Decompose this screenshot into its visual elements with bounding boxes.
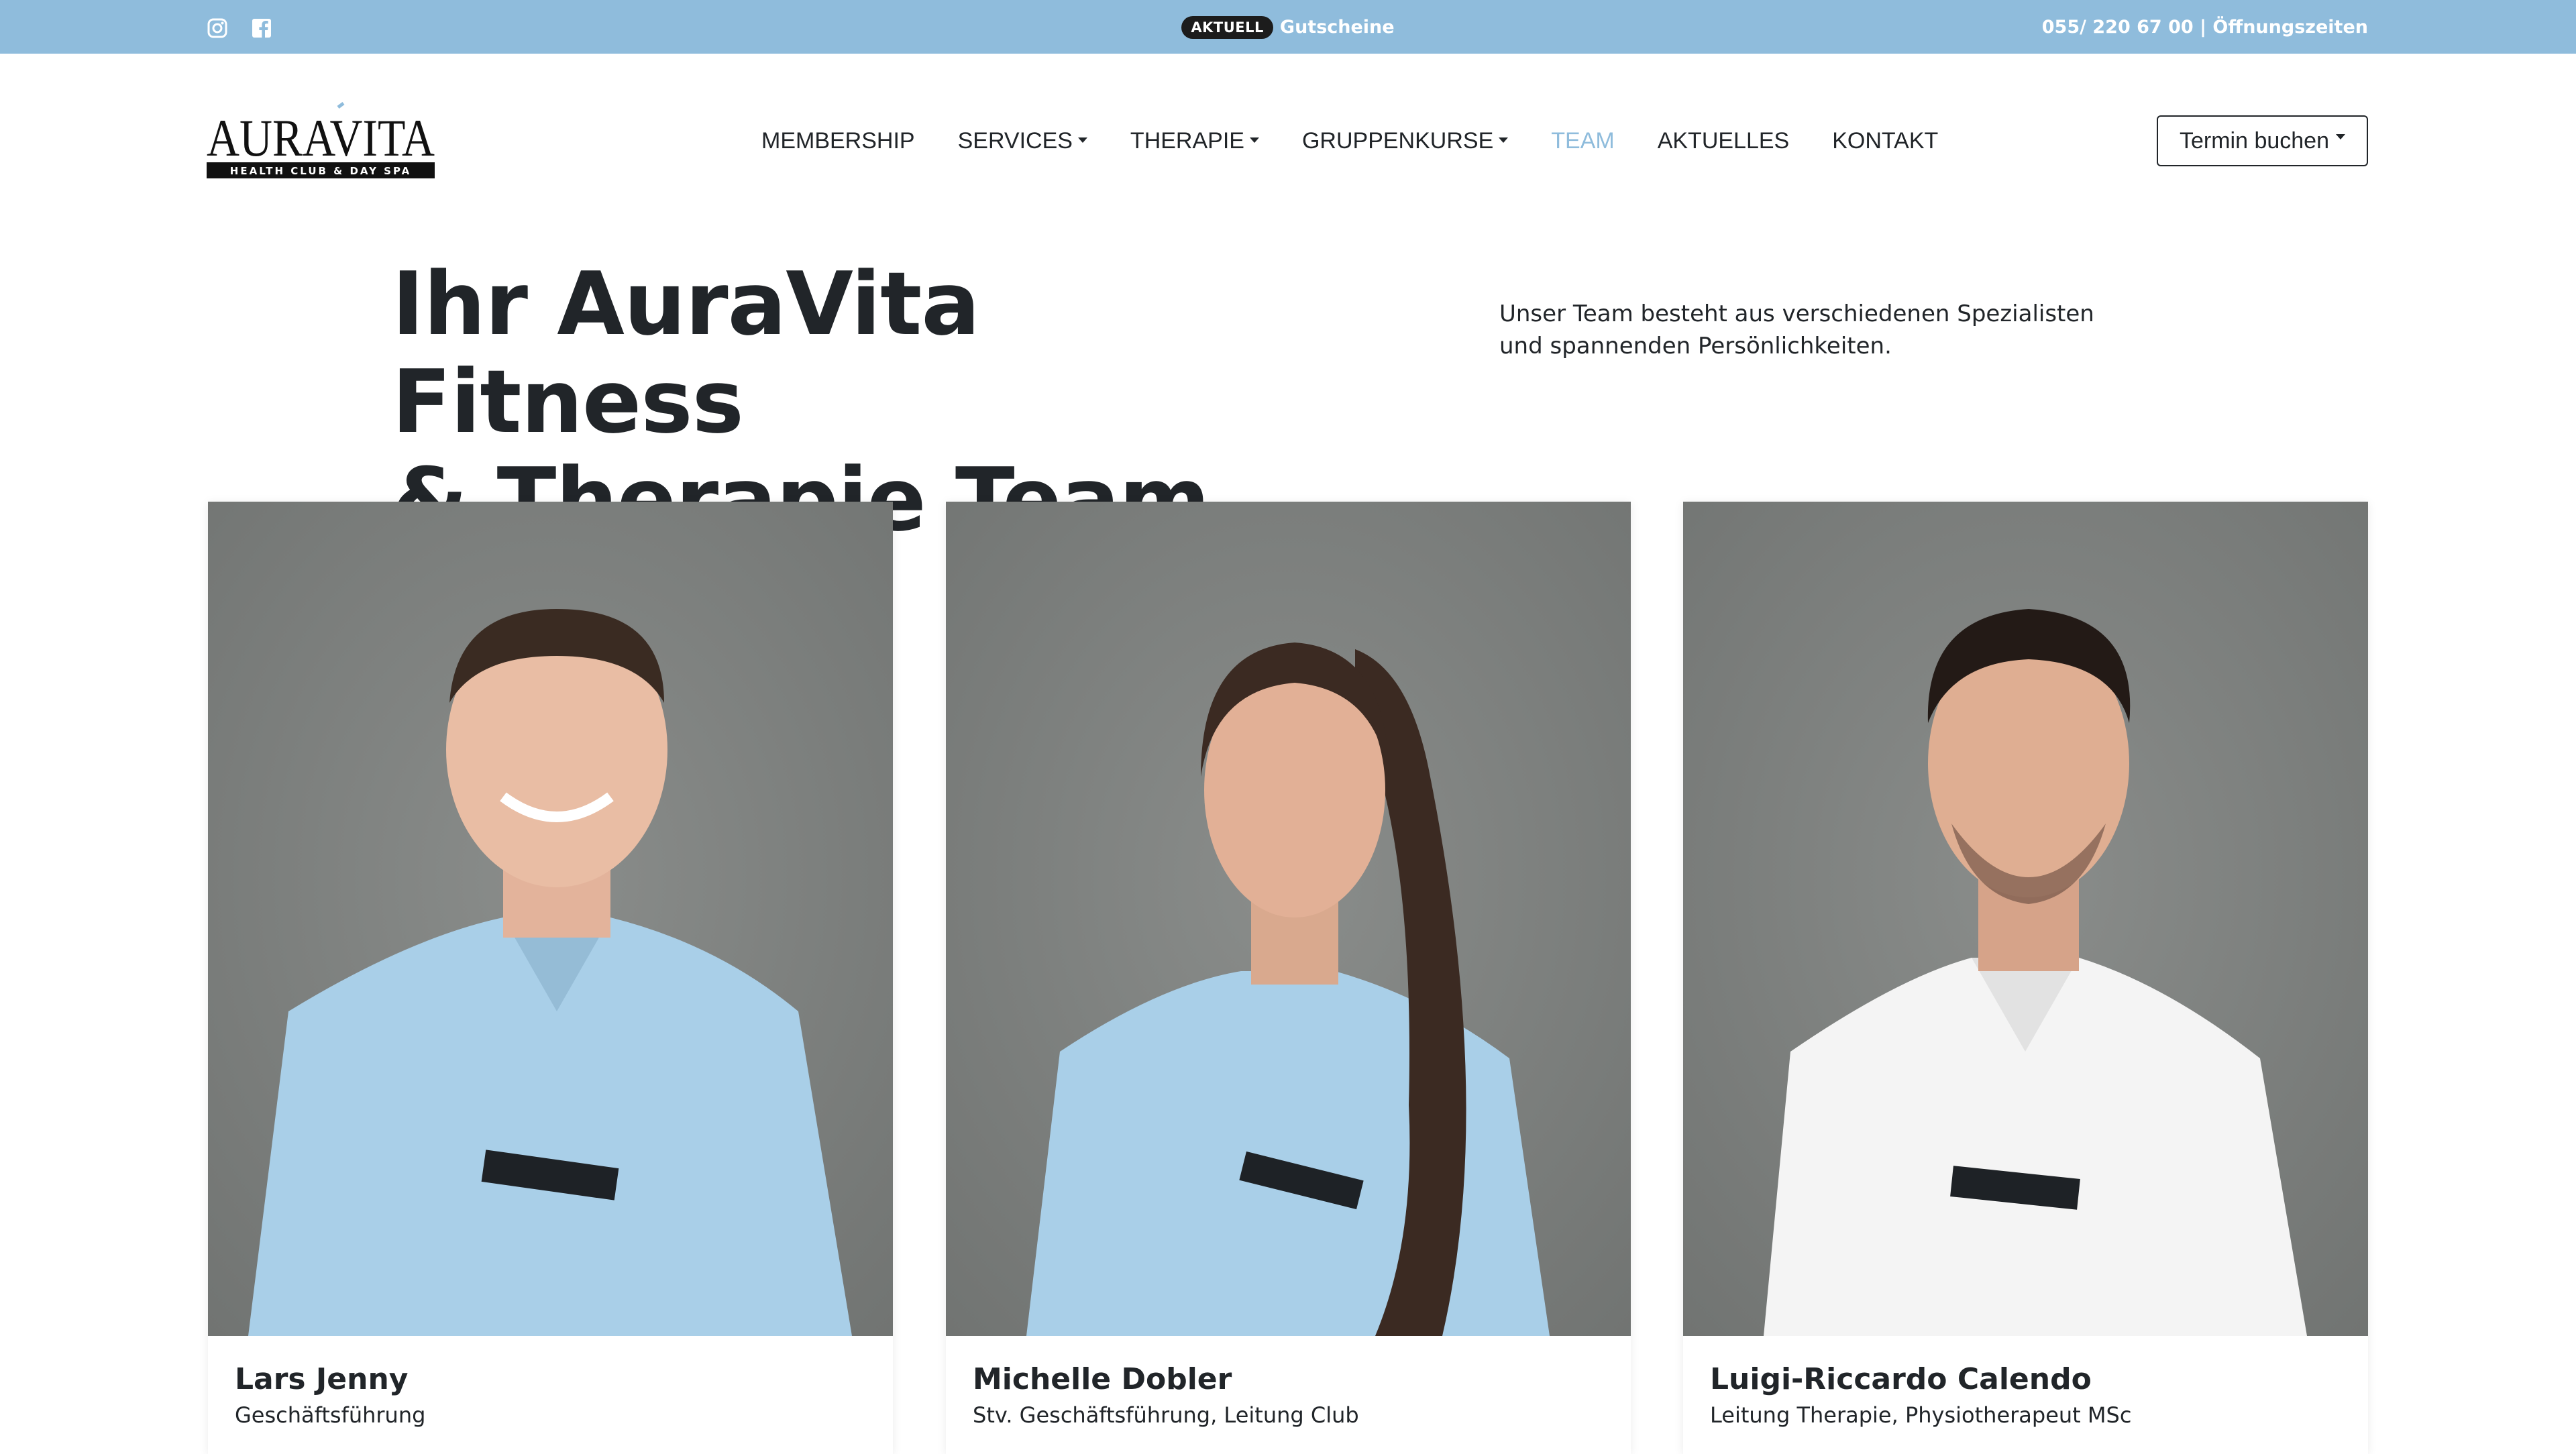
team-member-photo: [208, 502, 893, 1336]
nav-item-gruppenkurse[interactable]: GRUPPENKURSE: [1302, 125, 1509, 157]
vouchers-link[interactable]: Gutscheine: [1280, 17, 1395, 38]
team-member-name: Lars Jenny: [235, 1362, 409, 1396]
nav-item-membership[interactable]: MEMBERSHIP: [761, 125, 915, 157]
nav-item-team[interactable]: TEAM: [1551, 125, 1614, 157]
team-member-photo: [1683, 502, 2368, 1336]
team-member-role: Leitung Therapie, Physiotherapeut MSc: [1710, 1402, 2132, 1428]
book-appointment-button[interactable]: Termin buchen: [2157, 115, 2368, 166]
news-badge: AKTUELL: [1181, 16, 1273, 39]
chevron-down-icon: [1249, 137, 1259, 143]
team-card[interactable]: Michelle Dobler Stv. Geschäftsführung, L…: [946, 502, 1631, 1454]
chevron-down-icon: [1499, 137, 1509, 143]
team-member-name: Michelle Dobler: [973, 1362, 1232, 1396]
main-navigation: MEMBERSHIP SERVICES THERAPIE GRUPPENKURS…: [761, 125, 1981, 157]
top-bar: AKTUELL Gutscheine 055/ 220 67 00 | Öffnu…: [0, 0, 2576, 54]
team-member-name: Luigi-Riccardo Calendo: [1710, 1362, 2092, 1396]
logo-tagline: HEALTH CLUB & DAY SPA: [230, 165, 411, 177]
logo-wordmark: AURAVITA: [207, 109, 435, 167]
team-card-info: Michelle Dobler Stv. Geschäftsführung, L…: [946, 1336, 1631, 1430]
team-member-photo: [946, 502, 1631, 1336]
nav-item-kontakt[interactable]: KONTAKT: [1832, 125, 1938, 157]
chevron-down-icon: [1077, 137, 1087, 143]
book-appointment-label: Termin buchen: [2179, 127, 2329, 154]
contact-info: 055/ 220 67 00 | Öffnungszeiten: [2042, 15, 2368, 40]
intro-text: Unser Team besteht aus verschiedenen Spe…: [1499, 300, 2094, 359]
auravita-logo[interactable]: AURAVITA HEALTH CLUB & DAY SPA: [207, 102, 435, 180]
team-card[interactable]: Luigi-Riccardo Calendo Leitung Therapie,…: [1683, 502, 2368, 1454]
team-member-role: Geschäftsführung: [235, 1402, 426, 1428]
opening-hours-link[interactable]: Öffnungszeiten: [2212, 17, 2368, 38]
nav-item-services[interactable]: SERVICES: [958, 125, 1087, 157]
team-card-info: Luigi-Riccardo Calendo Leitung Therapie,…: [1683, 1336, 2368, 1430]
phone-link[interactable]: 055/ 220 67 00: [2042, 17, 2194, 38]
contact-separator: |: [2200, 17, 2206, 38]
team-card[interactable]: Lars Jenny Geschäftsführung: [208, 502, 893, 1454]
nav-item-aktuelles[interactable]: AKTUELLES: [1658, 125, 1790, 157]
team-member-role: Stv. Geschäftsführung, Leitung Club: [973, 1402, 1359, 1428]
nav-item-therapie[interactable]: THERAPIE: [1130, 125, 1259, 157]
team-card-info: Lars Jenny Geschäftsführung: [208, 1336, 893, 1430]
chevron-down-icon: [2336, 134, 2345, 139]
